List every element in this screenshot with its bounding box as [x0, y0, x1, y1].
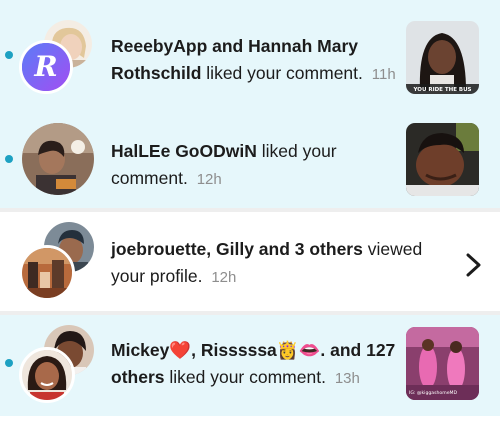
- notification-action: liked your comment.: [206, 63, 363, 83]
- post-thumbnail[interactable]: YOU RIDE THE BUS: [406, 21, 479, 94]
- chevron-right-icon[interactable]: [462, 252, 484, 278]
- notification-time: 12h: [196, 171, 222, 188]
- notification-actors: HalLEe GoODwiN: [111, 141, 257, 161]
- unread-indicator: [5, 155, 13, 163]
- post-thumbnail-image: IG: @kiggashomeMD: [406, 327, 479, 400]
- notification-time: 13h: [334, 370, 360, 387]
- post-thumbnail[interactable]: [406, 123, 479, 196]
- notification-text: ReeebyApp and Hannah Mary Rothschild lik…: [111, 33, 396, 88]
- post-thumbnail-image: [406, 123, 479, 196]
- app-logo-icon: R: [22, 43, 70, 91]
- thumbnail-caption: IG: @kiggashomeMD: [409, 390, 457, 396]
- notification-action: liked your comment.: [169, 367, 326, 387]
- notification-row[interactable]: HalLEe GoODwiN liked your comment. 12h: [0, 105, 500, 208]
- notification-actors-part1: Mickey: [111, 340, 170, 360]
- unread-indicator: [5, 359, 13, 367]
- notification-list: R ReeebyApp and Hannah Mary Rothschild l…: [0, 0, 500, 428]
- app-badge-avatar[interactable]: R: [19, 40, 73, 94]
- notification-time: 11h: [371, 66, 396, 83]
- notification-text: joebrouette, Gilly and 3 others viewed y…: [111, 236, 441, 291]
- notification-actors: joebrouette, Gilly and 3 others: [111, 239, 363, 259]
- thumbnail-caption: YOU RIDE THE BUS: [412, 87, 471, 93]
- post-thumbnail[interactable]: IG: @kiggashomeMD: [406, 327, 479, 400]
- heart-emoji: ❤️: [169, 340, 192, 360]
- notification-row[interactable]: Mickey❤️, Risssssa👸👄. and 127 others lik…: [0, 315, 500, 416]
- unread-indicator: [5, 51, 13, 59]
- notification-row[interactable]: R ReeebyApp and Hannah Mary Rothschild l…: [0, 0, 500, 105]
- avatar-photo: [22, 123, 94, 195]
- notification-row[interactable]: joebrouette, Gilly and 3 others viewed y…: [0, 212, 500, 311]
- avatar[interactable]: [19, 245, 75, 301]
- notification-actors-part2: , Risssssa: [191, 340, 277, 360]
- avatar-photo: [22, 350, 72, 400]
- notification-time: 12h: [211, 269, 237, 286]
- avatar[interactable]: [22, 123, 94, 195]
- notification-text: Mickey❤️, Risssssa👸👄. and 127 others lik…: [111, 337, 396, 392]
- notification-text: HalLEe GoODwiN liked your comment. 12h: [111, 138, 386, 193]
- avatar-photo: [22, 248, 72, 298]
- princess-emoji: 👸: [276, 340, 299, 360]
- post-thumbnail-image: YOU RIDE THE BUS: [406, 21, 479, 94]
- avatar[interactable]: [19, 347, 75, 403]
- lips-emoji: 👄: [298, 340, 321, 360]
- app-logo-letter: R: [33, 50, 57, 83]
